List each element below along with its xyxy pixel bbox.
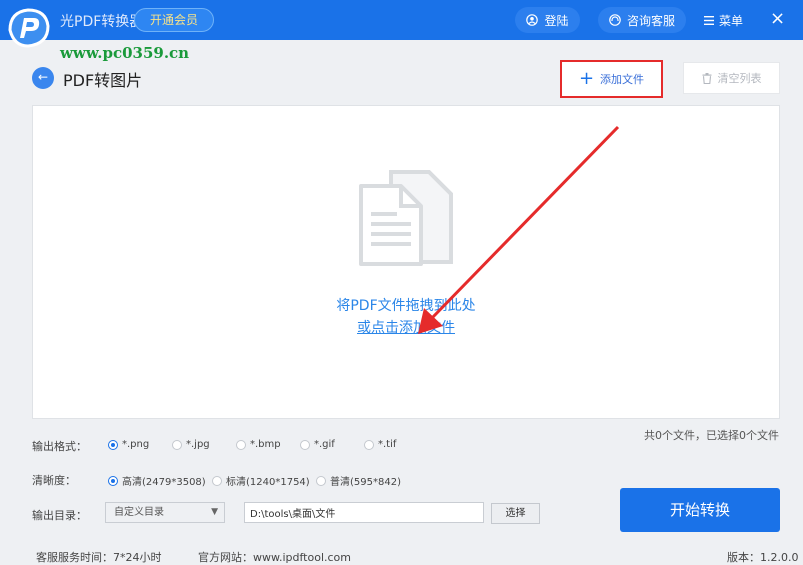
trash-icon xyxy=(702,72,711,84)
title-bar: 光PDF转换器 开通会员 登陆 咨询客服 菜单 × xyxy=(0,0,803,40)
clear-list-label: 清空列表 xyxy=(717,72,762,85)
page-title: PDF转图片 xyxy=(63,71,143,90)
login-button[interactable]: 登陆 xyxy=(515,7,580,33)
clarity-option-hd[interactable]: 高清(2479*3508) xyxy=(108,473,206,488)
service-hours-text: 客服服务时间：7*24小时 xyxy=(36,551,162,564)
format-option-label: *.png xyxy=(122,439,150,450)
output-dir-select[interactable]: 自定义目录 ▼ xyxy=(105,502,225,523)
clarity-option-label: 标清(1240*1754) xyxy=(226,477,310,488)
consult-button[interactable]: 咨询客服 xyxy=(598,7,686,33)
format-option-bmp[interactable]: *.bmp xyxy=(236,439,281,450)
radio-dot xyxy=(364,439,374,450)
consult-label: 咨询客服 xyxy=(626,13,675,28)
plus-icon: + xyxy=(578,68,595,89)
app-logo xyxy=(8,8,50,48)
output-dir-label: 输出目录： xyxy=(32,509,87,522)
app-name: 光PDF转换器 xyxy=(60,14,144,30)
format-option-gif[interactable]: *.gif xyxy=(300,439,335,450)
drop-hint-text: 将PDF文件拖拽到此处 xyxy=(336,298,476,314)
headset-icon xyxy=(609,14,621,26)
format-option-jpg[interactable]: *.jpg xyxy=(172,439,210,450)
format-option-label: *.gif xyxy=(314,439,335,450)
user-icon xyxy=(526,14,539,26)
vip-button[interactable]: 开通会员 xyxy=(134,8,214,32)
add-file-link[interactable]: 或点击添加文件 xyxy=(33,317,779,337)
menu-icon xyxy=(704,16,714,25)
dropdown-caret-icon: ▼ xyxy=(211,507,218,517)
radio-dot xyxy=(300,439,310,450)
format-option-label: *.jpg xyxy=(186,439,210,450)
radio-dot xyxy=(236,439,246,450)
choose-dir-button[interactable]: 选择 xyxy=(491,503,540,524)
clarity-option-label: 高清(2479*3508) xyxy=(122,477,206,488)
footer: 客服服务时间：7*24小时 官方网站：www.ipdftool.com 版本：1… xyxy=(0,544,803,565)
add-file-label: 添加文件 xyxy=(600,73,645,86)
website-text: 官方网站：www.ipdftool.com xyxy=(198,551,351,564)
output-path-input[interactable] xyxy=(244,502,484,523)
radio-dot xyxy=(108,439,118,450)
output-format-label: 输出格式： xyxy=(32,440,87,453)
file-drop-zone[interactable]: 将PDF文件拖拽到此处 或点击添加文件 xyxy=(32,105,780,419)
menu-button[interactable]: 菜单 xyxy=(704,12,743,29)
radio-dot xyxy=(316,475,326,486)
login-label: 登陆 xyxy=(544,13,569,28)
version-text: 版本：1.2.0.0 xyxy=(727,551,799,564)
clarity-option-normal[interactable]: 普清(595*842) xyxy=(316,473,401,488)
clarity-label: 清晰度： xyxy=(32,474,76,487)
menu-label: 菜单 xyxy=(719,14,744,28)
format-option-png[interactable]: *.png xyxy=(108,439,149,450)
format-option-label: *.tif xyxy=(378,439,397,450)
format-option-label: *.bmp xyxy=(250,439,281,450)
clarity-option-label: 普清(595*842) xyxy=(330,477,401,488)
radio-dot xyxy=(172,439,182,450)
clear-list-button[interactable]: 清空列表 xyxy=(683,62,780,94)
add-file-button[interactable]: + 添加文件 xyxy=(560,60,663,98)
watermark-text: www.pc0359.cn xyxy=(60,44,190,62)
document-icon xyxy=(359,170,453,266)
back-button[interactable]: ← xyxy=(32,67,54,89)
close-icon[interactable]: × xyxy=(770,9,785,29)
clarity-option-sd[interactable]: 标清(1240*1754) xyxy=(212,473,310,488)
start-convert-button[interactable]: 开始转换 xyxy=(620,488,780,532)
format-option-tif[interactable]: *.tif xyxy=(364,439,396,450)
file-count-text: 共0个文件，已选择0个文件 xyxy=(644,429,779,442)
output-dir-select-value: 自定义目录 xyxy=(114,507,164,518)
radio-dot xyxy=(212,475,222,486)
radio-dot xyxy=(108,475,118,486)
